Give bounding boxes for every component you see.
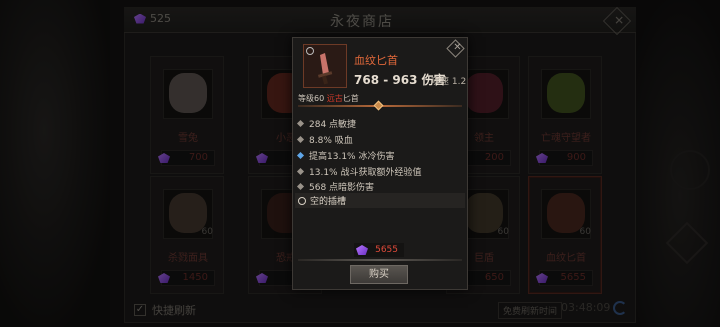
empty-socket: 空的插槽 xyxy=(295,193,465,208)
item-stat: 284 点敏捷 xyxy=(296,115,464,131)
item-icon xyxy=(303,44,347,88)
bullet-icon xyxy=(296,182,305,190)
bullet-icon xyxy=(296,167,305,175)
socket-icon xyxy=(298,196,306,205)
attack-speed: 攻速 1.2 xyxy=(431,77,467,87)
item-rarity: 远古 xyxy=(326,94,343,103)
bullet-icon xyxy=(296,119,305,127)
item-type: 匕首 xyxy=(342,94,359,103)
item-stat: 568 点暗影伤害 xyxy=(296,178,464,194)
close-icon: ✕ xyxy=(453,42,462,54)
bullet-icon xyxy=(296,135,305,143)
bullet-icon xyxy=(296,151,305,159)
gem-icon xyxy=(356,245,368,255)
item-stat: 13.1% 战斗获取额外经验值 xyxy=(296,163,464,179)
socket-icon xyxy=(306,47,314,55)
item-stat: 提高13.1% 冰冷伤害 xyxy=(296,147,464,163)
divider xyxy=(298,259,462,261)
item-level-line: 等级60 远古匕首 xyxy=(298,94,359,103)
item-stat: 8.8% 吸血 xyxy=(296,131,464,147)
divider xyxy=(298,100,462,111)
item-price: 5655 xyxy=(354,243,404,257)
buy-button[interactable]: 购买 xyxy=(350,265,408,284)
item-title: 血纹匕首 xyxy=(354,54,398,67)
